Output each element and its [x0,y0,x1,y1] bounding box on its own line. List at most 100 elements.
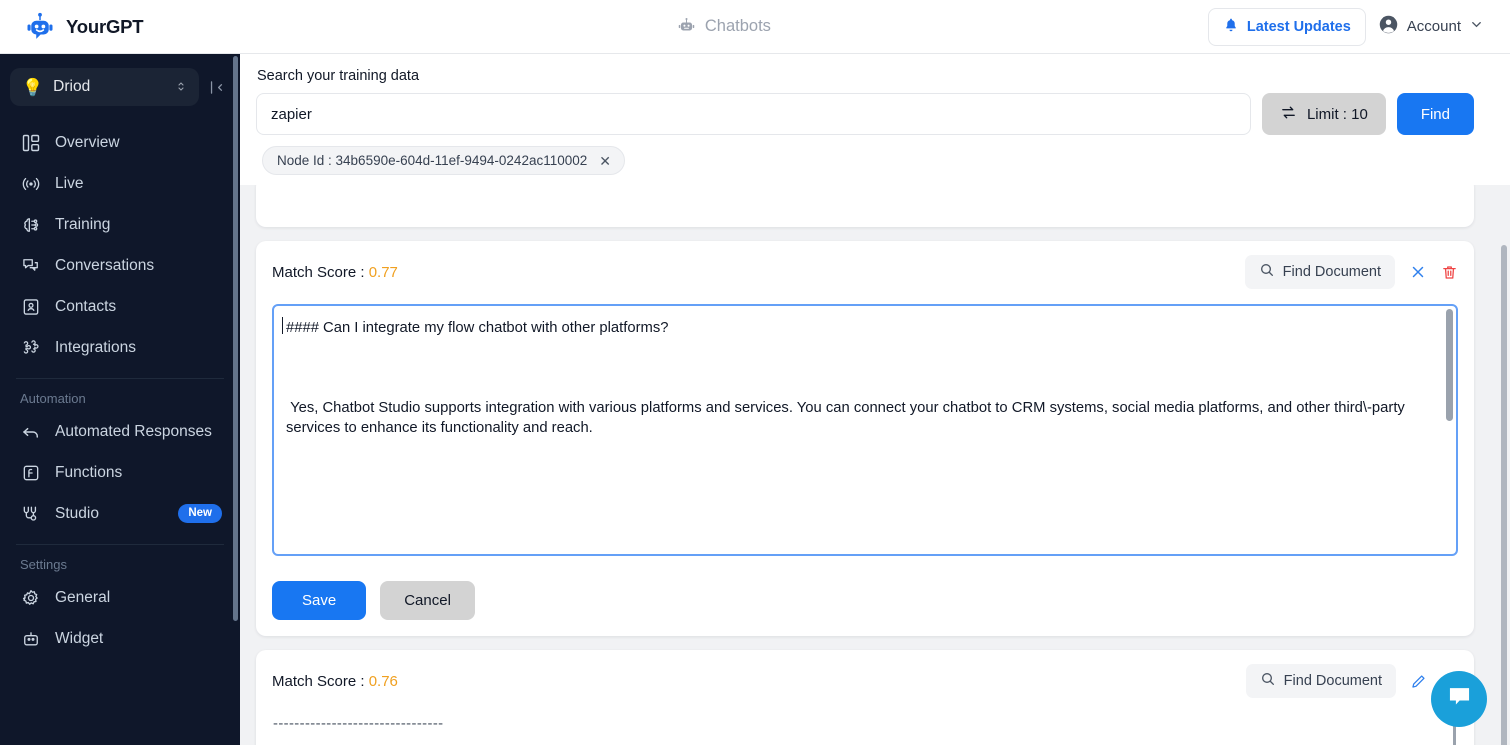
sidebar-scrollbar[interactable] [233,56,238,621]
chat-bubble-icon [1446,683,1473,715]
sidebar-item-label: General [55,589,222,607]
sidebar-group-settings: Settings [0,551,240,577]
match-score-value: 0.77 [369,264,398,281]
breadcrumb-label: Chatbots [705,17,771,36]
sidebar-divider [16,544,224,545]
brand[interactable]: YourGPT [0,12,240,42]
collapse-panel-icon[interactable] [203,79,232,96]
find-document-label: Find Document [1283,264,1381,280]
match-score: Match Score : 0.76 [272,673,398,690]
page-scrollbar[interactable] [1501,245,1507,745]
text-caret [282,317,283,334]
limit-label: Limit : 10 [1307,106,1368,123]
swap-arrows-icon [1280,104,1297,125]
search-label: Search your training data [256,68,1474,84]
sidebar-item-integrations[interactable]: Integrations [0,327,240,368]
sidebar-inner: 💡 Driod [0,54,240,745]
cancel-button[interactable]: Cancel [380,581,475,620]
function-box-icon [20,462,41,483]
reply-arrow-icon [20,421,41,442]
find-button[interactable]: Find [1397,93,1474,135]
user-circle-icon [1378,14,1399,39]
contact-card-icon [20,296,41,317]
result-card-body: -------------------------------- [272,714,1458,745]
layout-dashboard-icon [20,132,41,153]
node-id-chip: Node Id : 34b6590e-604d-11ef-9494-0242ac… [262,146,625,175]
search-panel: Search your training data Limit : 10 Fin… [240,54,1510,185]
filter-chips: Node Id : 34b6590e-604d-11ef-9494-0242ac… [256,135,1474,185]
match-score-value: 0.76 [369,673,398,690]
sidebar-item-functions[interactable]: Functions [0,452,240,493]
chat-bubbles-icon [20,255,41,276]
match-score-prefix: Match Score : [272,264,369,281]
status-badge: New [178,504,222,524]
search-row: Limit : 10 Find [256,93,1474,135]
find-document-button[interactable]: Find Document [1246,664,1396,698]
pencil-icon[interactable] [1410,673,1427,690]
find-document-label: Find Document [1284,673,1382,689]
sidebar-item-studio[interactable]: Studio New [0,493,240,534]
result-card-previous-clipped [256,185,1474,227]
result-card: Match Score : 0.76 Find Docum [256,650,1474,745]
sidebar-item-general[interactable]: General [0,577,240,618]
sidebar-item-label: Live [55,175,222,193]
account-menu[interactable]: Account [1378,14,1488,39]
sidebar-item-label: Contacts [55,298,222,316]
sidebar-item-label: Overview [55,134,222,152]
search-icon [1260,671,1276,691]
lightbulb-icon: 💡 [22,79,43,96]
bot-selector[interactable]: 💡 Driod [10,68,199,106]
sidebar-nav-primary: Overview Live [0,116,240,659]
trash-icon[interactable] [1441,264,1458,281]
sidebar-group-automation: Automation [0,385,240,411]
broadcast-icon [20,173,41,194]
account-label: Account [1407,18,1461,35]
brain-circuit-icon [20,214,41,235]
result-card-header: Match Score : 0.77 Find Docum [272,255,1458,291]
training-data-editor[interactable]: #### Can I integrate my flow chatbot wit… [272,304,1458,556]
brand-name: YourGPT [66,16,143,38]
sidebar-item-conversations[interactable]: Conversations [0,245,240,286]
result-card-header: Match Score : 0.76 Find Docum [272,664,1458,700]
sidebar-item-overview[interactable]: Overview [0,122,240,163]
top-bar: YourGPT Chatbots [0,0,1510,54]
close-icon[interactable]: ✕ [599,154,611,168]
match-score-prefix: Match Score : [272,673,369,690]
body: 💡 Driod [0,54,1510,745]
main-content: Search your training data Limit : 10 Fin… [240,54,1510,745]
bot-name-label: Driod [53,78,165,96]
result-card-actions: Find Document [1246,664,1458,698]
result-card-text: -------------------------------- [272,714,1458,734]
sidebar: 💡 Driod [0,54,240,745]
sidebar-item-label: Widget [55,630,222,648]
sidebar-item-live[interactable]: Live [0,163,240,204]
close-icon[interactable] [1409,263,1427,281]
chat-widget-button[interactable] [1431,671,1487,727]
sidebar-item-label: Automated Responses [55,423,222,441]
result-card: Match Score : 0.77 Find Docum [256,241,1474,636]
sidebar-item-training[interactable]: Training [0,204,240,245]
search-input[interactable] [256,93,1251,135]
results-list: Match Score : 0.77 Find Docum [240,185,1510,745]
search-icon [1259,262,1275,282]
editor-button-row: Save Cancel [272,581,1458,620]
sidebar-item-label: Studio [55,505,164,523]
gear-icon [20,587,41,608]
find-document-button[interactable]: Find Document [1245,255,1395,289]
sidebar-item-contacts[interactable]: Contacts [0,286,240,327]
puzzle-piece-icon [20,337,41,358]
save-button[interactable]: Save [272,581,366,620]
bell-icon [1223,17,1239,37]
sidebar-item-label: Integrations [55,339,222,357]
sidebar-item-label: Training [55,216,222,234]
robot-icon [677,17,696,36]
breadcrumb[interactable]: Chatbots [677,17,771,36]
up-down-chevron-icon [175,79,187,96]
editor-scrollbar[interactable] [1446,309,1453,421]
sidebar-item-automated-responses[interactable]: Automated Responses [0,411,240,452]
latest-updates-button[interactable]: Latest Updates [1208,8,1366,46]
match-score: Match Score : 0.77 [272,264,398,281]
limit-button[interactable]: Limit : 10 [1262,93,1386,135]
sidebar-item-widget[interactable]: Widget [0,618,240,659]
widget-robot-icon [20,628,41,649]
